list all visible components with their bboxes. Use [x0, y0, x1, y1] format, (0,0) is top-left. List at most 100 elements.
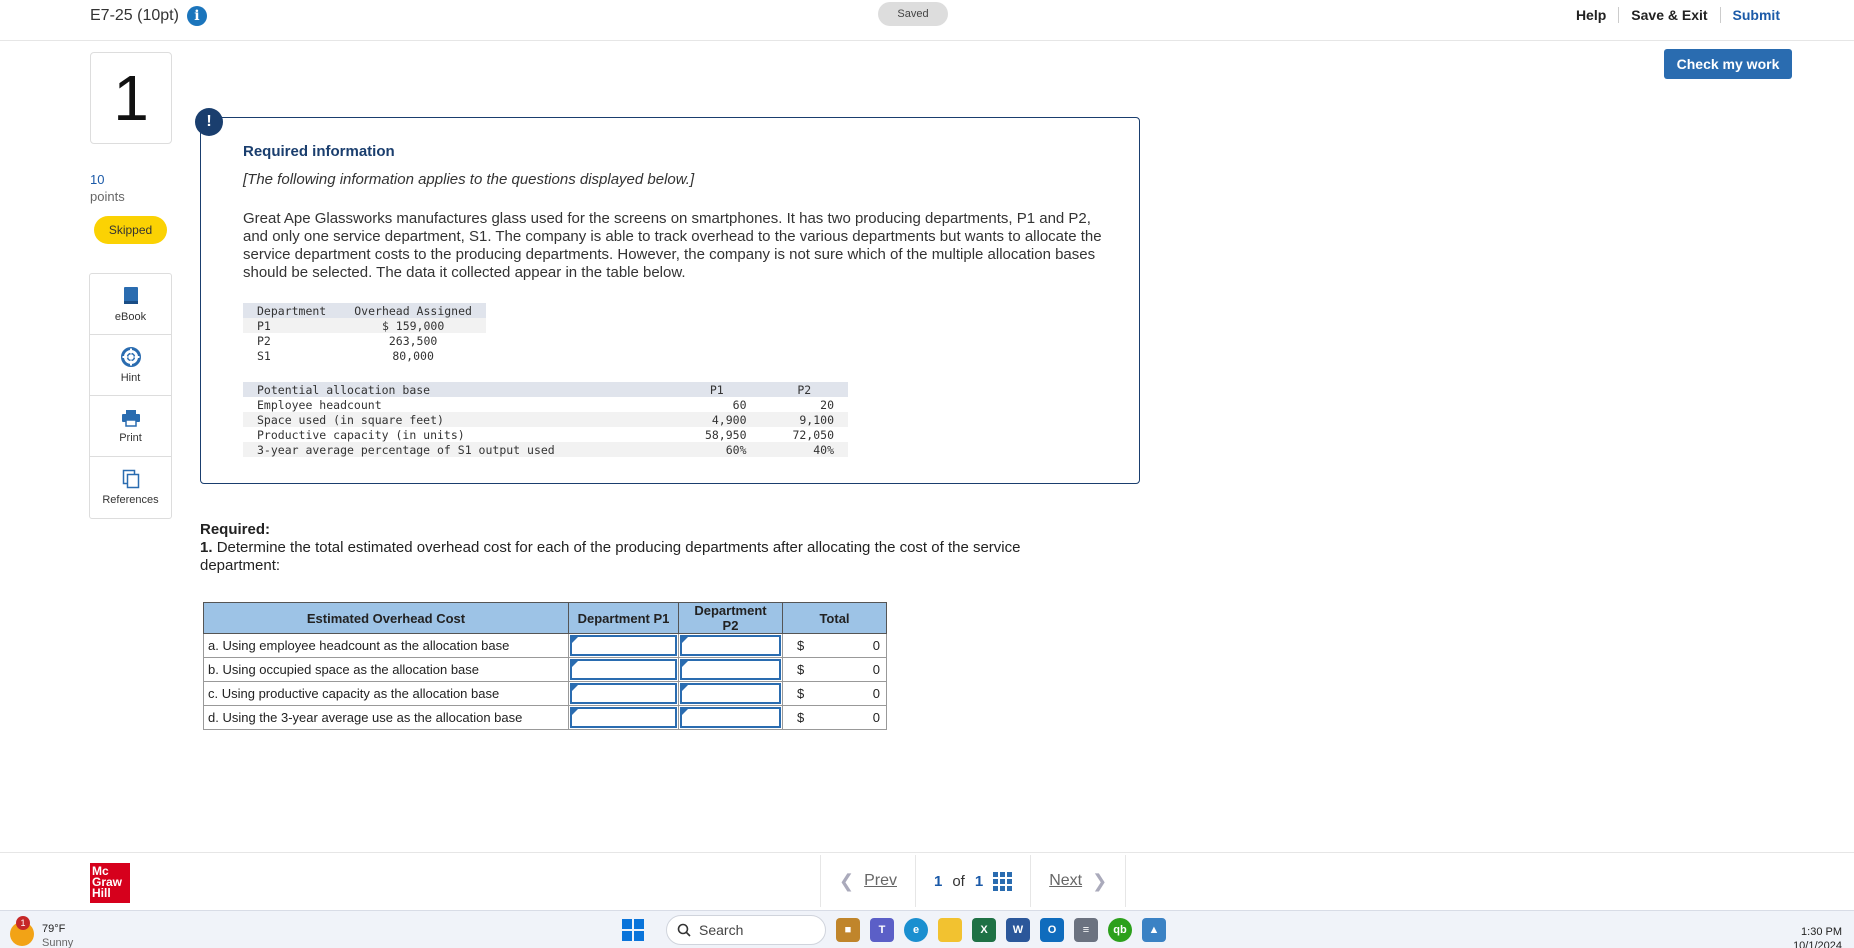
assignment-title: E7-25 (10pt) i [90, 6, 207, 26]
p1-input[interactable] [570, 683, 677, 704]
required-number: 1. [200, 539, 213, 556]
required-information-box: Required information [The following info… [200, 117, 1140, 484]
p1-input[interactable] [570, 707, 677, 728]
logo-line: Hill [92, 886, 111, 900]
ebook-tool[interactable]: eBook [90, 274, 171, 335]
folder-app-icon[interactable] [938, 918, 962, 942]
currency-symbol: $ [797, 638, 805, 653]
answer-header-row: Estimated Overhead Cost Department P1 De… [203, 602, 887, 634]
points-label: points [90, 188, 125, 204]
table-header: P1 [673, 382, 761, 397]
page-total: 1 [974, 872, 984, 890]
submit-link[interactable]: Submit [1721, 7, 1792, 23]
tools-panel: eBook Hint Print References [89, 273, 172, 519]
info-note: [The following information applies to th… [243, 171, 695, 188]
print-label: Print [119, 431, 142, 444]
excel-app-icon[interactable]: X [972, 918, 996, 942]
table-row: Space used (in square feet) 4,900 9,100 [243, 412, 848, 427]
page-of: of [952, 872, 965, 890]
table-row: b. Using occupied space as the allocatio… [203, 657, 887, 682]
table-cell: 60 [732, 397, 747, 412]
table-cell: 3-year average percentage of S1 output u… [243, 442, 673, 457]
answer-table: Estimated Overhead Cost Department P1 De… [203, 602, 887, 730]
chevron-left-icon: ❮ [839, 870, 855, 891]
assignment-title-text: E7-25 (10pt) [90, 7, 179, 24]
prev-label: Prev [864, 872, 897, 889]
alert-icon: ! [195, 108, 223, 136]
table-cell: 80,000 [392, 348, 434, 363]
points-value: 10 [90, 172, 105, 187]
p2-input[interactable] [680, 635, 781, 656]
weather-widget[interactable]: 1 79°F Sunny [10, 916, 73, 948]
total-value: 0 [872, 638, 880, 653]
print-tool[interactable]: Print [90, 396, 171, 457]
info-icon[interactable]: i [186, 6, 207, 26]
table-cell: 60% [673, 442, 761, 457]
page-current: 1 [934, 872, 943, 890]
top-bar: E7-25 (10pt) i Saved Help Save & Exit Su… [0, 0, 1854, 41]
references-tool[interactable]: References [90, 457, 171, 518]
currency-symbol: $ [797, 662, 805, 677]
quickbooks-app-icon[interactable]: qb [1108, 918, 1132, 942]
table-row: Employee headcount 60 20 [243, 397, 848, 412]
search-icon [677, 923, 691, 937]
clock[interactable]: 1:30 PM 10/1/2024 [1793, 925, 1842, 948]
table-cell: 58,950 [704, 427, 747, 442]
grid-icon [993, 871, 1013, 891]
p1-input[interactable] [570, 635, 677, 656]
search-placeholder: Search [699, 922, 744, 938]
table-cell: 20 [820, 397, 834, 412]
table-cell: P1 [243, 318, 341, 333]
col-header-total: Total [782, 602, 887, 634]
mcgraw-hill-logo: Mc Graw Hill [90, 863, 130, 903]
check-my-work-button[interactable]: Check my work [1664, 49, 1792, 79]
table-row: c. Using productive capacity as the allo… [203, 681, 887, 706]
total-value: 0 [872, 662, 880, 677]
outlook-app-icon[interactable]: O [1040, 918, 1064, 942]
taskbar: 1 79°F Sunny Search ■ T e X W O ≡ qb ▲ 1… [0, 910, 1854, 948]
required-heading: Required: [200, 521, 271, 538]
col-header-cost: Estimated Overhead Cost [203, 602, 569, 634]
p2-input[interactable] [680, 707, 781, 728]
row-label: c. Using productive capacity as the allo… [203, 681, 569, 706]
page-indicator[interactable]: 1 of 1 [916, 855, 1032, 907]
photos-app-icon[interactable]: ▲ [1142, 918, 1166, 942]
points-info: 10 points [90, 172, 125, 206]
temperature: 79°F [42, 923, 66, 935]
total-value: 0 [872, 710, 880, 725]
table-cell: Space used (in square feet) [243, 412, 673, 427]
taskbar-search[interactable]: Search [666, 915, 826, 945]
table-row: a. Using employee headcount as the alloc… [203, 633, 887, 658]
save-exit-link[interactable]: Save & Exit [1619, 7, 1721, 23]
edge-app-icon[interactable]: e [904, 918, 928, 942]
hint-tool[interactable]: Hint [90, 335, 171, 396]
question-number: 1 [90, 52, 172, 144]
help-link[interactable]: Help [1564, 7, 1620, 23]
row-label: b. Using occupied space as the allocatio… [203, 657, 569, 682]
windows-start-icon[interactable] [622, 919, 644, 941]
table-cell: 263,500 [388, 333, 438, 348]
copy-icon [122, 469, 139, 489]
next-button[interactable]: Next ❯ [1031, 855, 1125, 907]
notification-badge: 1 [16, 916, 30, 930]
table-row: S1 80,000 [243, 348, 486, 363]
p1-input[interactable] [570, 659, 677, 680]
table-cell: 4,900 [673, 412, 761, 427]
table-cell: S1 [257, 348, 271, 363]
row-label: d. Using the 3-year average use as the a… [203, 705, 569, 730]
p2-input[interactable] [680, 683, 781, 704]
overhead-table: Department Overhead Assigned P1 $ 159,00… [243, 303, 486, 363]
teams-app-icon[interactable]: T [870, 918, 894, 942]
table-cell: 9,100 [760, 412, 848, 427]
pagination: ❮ Prev 1 of 1 Next ❯ [820, 855, 1127, 907]
word-app-icon[interactable]: W [1006, 918, 1030, 942]
prev-button[interactable]: ❮ Prev [821, 855, 916, 907]
table-row: 3-year average percentage of S1 output u… [243, 442, 848, 457]
briefcase-app-icon[interactable]: ■ [836, 918, 860, 942]
calculator-app-icon[interactable]: ≡ [1074, 918, 1098, 942]
col-header-p1: Department P1 [568, 602, 679, 634]
chevron-right-icon: ❯ [1092, 870, 1108, 891]
table-row: d. Using the 3-year average use as the a… [203, 705, 887, 730]
p2-input[interactable] [680, 659, 781, 680]
next-label: Next [1049, 872, 1083, 889]
